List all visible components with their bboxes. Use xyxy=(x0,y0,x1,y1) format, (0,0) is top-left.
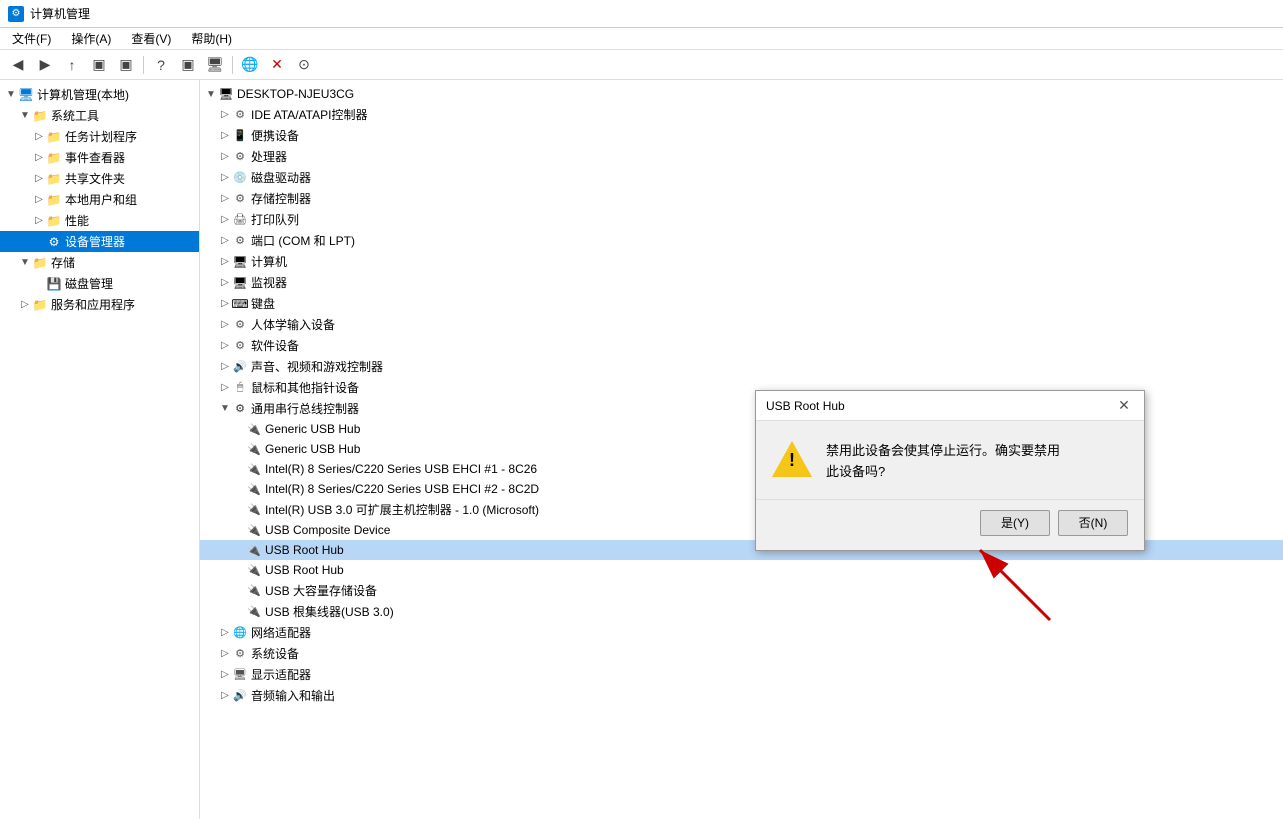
dialog-body: ! 禁用此设备会使其停止运行。确实要禁用此设备吗? xyxy=(756,421,1144,499)
warning-exclaim: ! xyxy=(789,451,795,469)
dialog-usb-root-hub: USB Root Hub ✕ ! 禁用此设备会使其停止运行。确实要禁用此设备吗?… xyxy=(755,390,1145,551)
dialog-message: 禁用此设备会使其停止运行。确实要禁用此设备吗? xyxy=(826,441,1060,483)
dialog-no-button[interactable]: 否(N) xyxy=(1058,510,1128,536)
warning-icon: ! xyxy=(772,441,812,481)
dialog-overlay: USB Root Hub ✕ ! 禁用此设备会使其停止运行。确实要禁用此设备吗?… xyxy=(0,0,1283,819)
dialog-buttons: 是(Y) 否(N) xyxy=(756,500,1144,550)
dialog-close-button[interactable]: ✕ xyxy=(1114,396,1134,416)
dialog-titlebar: USB Root Hub ✕ xyxy=(756,391,1144,421)
dialog-yes-button[interactable]: 是(Y) xyxy=(980,510,1050,536)
dialog-title: USB Root Hub xyxy=(766,399,845,413)
